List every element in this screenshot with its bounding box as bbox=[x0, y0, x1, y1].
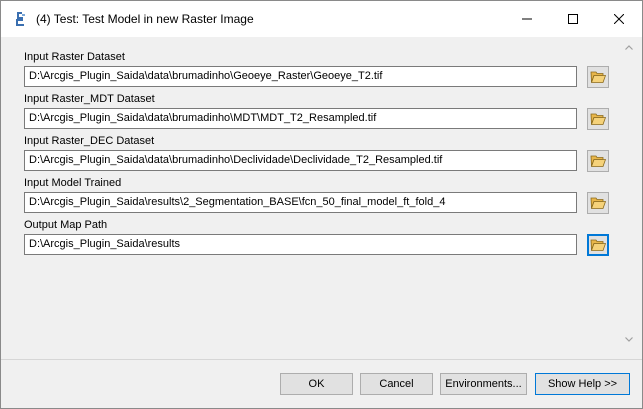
cancel-button[interactable]: Cancel bbox=[360, 373, 433, 395]
minimize-button[interactable] bbox=[504, 1, 550, 37]
parameters-panel: Input Raster Dataset D:\Arcgis_Plugin_Sa… bbox=[5, 39, 619, 359]
button-bar: OK Cancel Environments... Show Help >> bbox=[1, 359, 642, 408]
field-label: Input Raster_DEC Dataset bbox=[24, 135, 155, 147]
browse-button-input-raster[interactable] bbox=[587, 66, 609, 88]
folder-open-icon bbox=[590, 197, 606, 209]
input-raster-mdt-field[interactable]: D:\Arcgis_Plugin_Saida\data\brumadinho\M… bbox=[24, 108, 577, 129]
field-label: Input Raster Dataset bbox=[24, 51, 125, 63]
arcgis-tool-icon bbox=[16, 12, 25, 26]
vertical-scrollbar[interactable] bbox=[620, 39, 637, 359]
folder-open-icon bbox=[590, 71, 606, 83]
scroll-down-button[interactable] bbox=[620, 331, 637, 348]
browse-button-model-trained[interactable] bbox=[587, 192, 609, 214]
field-label: Input Raster_MDT Dataset bbox=[24, 93, 155, 105]
maximize-button[interactable] bbox=[550, 1, 596, 37]
input-raster-dataset-field[interactable]: D:\Arcgis_Plugin_Saida\data\brumadinho\G… bbox=[24, 66, 577, 87]
maximize-icon bbox=[568, 14, 578, 24]
title-bar: (4) Test: Test Model in new Raster Image bbox=[1, 1, 642, 37]
browse-button-raster-mdt[interactable] bbox=[587, 108, 609, 130]
browse-button-output-map[interactable] bbox=[587, 234, 609, 256]
field-label: Output Map Path bbox=[24, 219, 108, 231]
tool-dialog-window: (4) Test: Test Model in new Raster Image… bbox=[0, 0, 643, 409]
scroll-up-button[interactable] bbox=[620, 39, 637, 56]
close-button[interactable] bbox=[596, 1, 642, 37]
input-raster-dec-field[interactable]: D:\Arcgis_Plugin_Saida\data\brumadinho\D… bbox=[24, 150, 577, 171]
minimize-icon bbox=[522, 18, 532, 20]
chevron-down-icon bbox=[624, 337, 633, 342]
close-icon bbox=[614, 14, 624, 24]
folder-open-icon bbox=[590, 113, 606, 125]
ok-button[interactable]: OK bbox=[280, 373, 353, 395]
window-title: (4) Test: Test Model in new Raster Image bbox=[36, 12, 254, 26]
folder-open-icon bbox=[590, 239, 606, 251]
field-label: Input Model Trained bbox=[24, 177, 122, 189]
input-model-trained-field[interactable]: D:\Arcgis_Plugin_Saida\results\2_Segment… bbox=[24, 192, 577, 213]
chevron-up-icon bbox=[624, 45, 633, 50]
folder-open-icon bbox=[590, 155, 606, 167]
show-help-button[interactable]: Show Help >> bbox=[535, 373, 630, 395]
environments-button[interactable]: Environments... bbox=[440, 373, 527, 395]
browse-button-raster-dec[interactable] bbox=[587, 150, 609, 172]
output-map-path-field[interactable]: D:\Arcgis_Plugin_Saida\results bbox=[24, 234, 577, 255]
